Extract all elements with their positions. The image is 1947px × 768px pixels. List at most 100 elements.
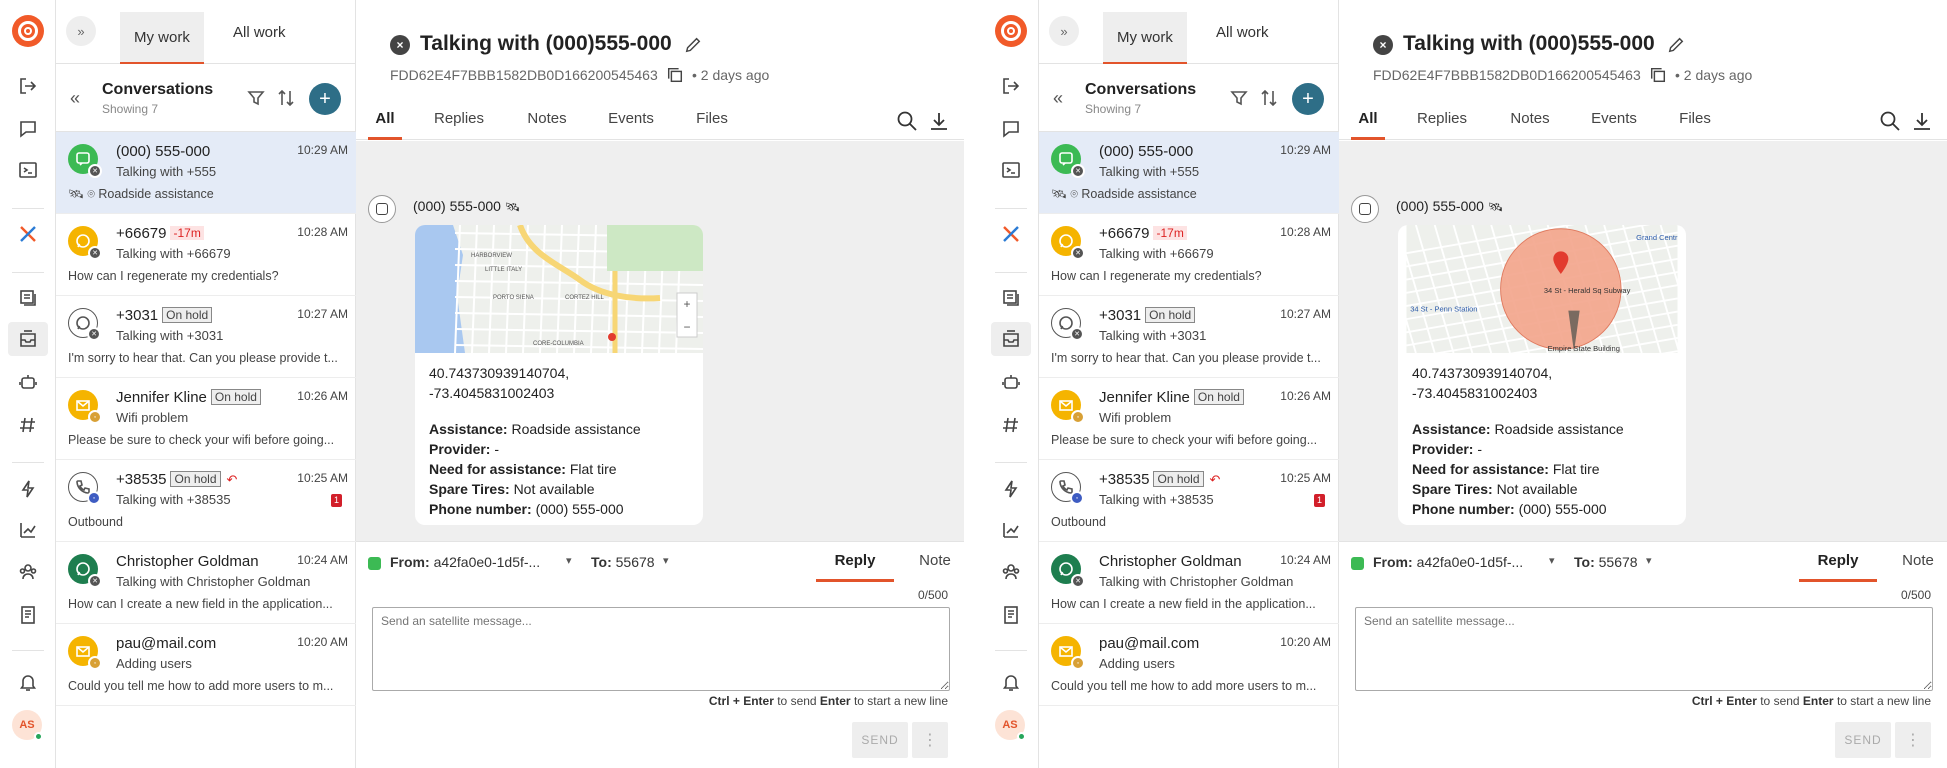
bot-icon[interactable]	[14, 368, 42, 396]
chat-bubble-icon[interactable]	[997, 115, 1025, 143]
add-conversation-button[interactable]: +	[1292, 83, 1324, 115]
to-selector[interactable]: To: 55678	[591, 554, 655, 570]
inbox-icon[interactable]	[991, 322, 1031, 356]
location-map[interactable]: 34 St - Herald Sq Subway 34 St - Penn Sta…	[1398, 225, 1686, 353]
tab-all[interactable]: All	[1351, 100, 1385, 140]
chevron-down-icon[interactable]: ▾	[663, 554, 669, 567]
bell-icon[interactable]	[14, 668, 42, 696]
inbox-icon[interactable]	[8, 322, 48, 356]
tab-all-work[interactable]: All work	[1202, 12, 1283, 52]
conversations-count: Showing 7	[102, 102, 159, 116]
conversation-row[interactable]: ◦ +38535 On hold ↶ 10:25 AM Talking with +385…	[56, 460, 356, 542]
tab-note[interactable]: Note	[916, 552, 954, 582]
bell-icon[interactable]	[997, 668, 1025, 696]
more-options-button[interactable]: ⋮	[912, 722, 948, 758]
analytics-icon[interactable]	[14, 516, 42, 544]
tab-events[interactable]: Events	[1589, 100, 1639, 140]
filter-icon[interactable]	[246, 88, 266, 108]
tab-all-work[interactable]: All work	[219, 12, 300, 52]
knowledge-icon[interactable]	[997, 284, 1025, 312]
conversation-row[interactable]: ✕ (000) 555-000 10:29 AM Talking with +555 🛰…	[1039, 132, 1339, 214]
terminal-icon[interactable]	[14, 156, 42, 184]
tab-files[interactable]: Files	[1677, 100, 1713, 140]
logo-icon[interactable]	[995, 15, 1027, 47]
download-icon[interactable]	[928, 110, 950, 132]
tab-replies[interactable]: Replies	[434, 100, 484, 140]
message-thread: (000) 555-000 🛰 HARBORVIEW LITTLE ITALY PO…	[356, 141, 964, 541]
expand-icon[interactable]: »	[66, 16, 96, 46]
contacts-book-icon[interactable]	[14, 601, 42, 629]
tab-all[interactable]: All	[368, 100, 402, 140]
avatar[interactable]: AS	[995, 710, 1026, 741]
conversation-row[interactable]: ◦ pau@mail.com 10:20 AM Adding users Could y…	[56, 624, 356, 706]
copy-icon[interactable]	[666, 66, 684, 84]
tab-reply[interactable]: Reply	[816, 552, 894, 582]
tab-events[interactable]: Events	[606, 100, 656, 140]
send-button[interactable]: SEND	[852, 722, 908, 758]
chevron-down-icon[interactable]: ▾	[1646, 554, 1652, 567]
back-chevron-icon[interactable]: «	[70, 88, 80, 109]
conversation-row[interactable]: ✕ +3031 On hold 10:27 AM Talking with +3031 I…	[1039, 296, 1339, 378]
message-input[interactable]	[372, 607, 950, 691]
close-conversation-icon[interactable]: ×	[390, 35, 410, 55]
conversation-row[interactable]: ◦ Jennifer Kline On hold 10:26 AM Wifi probl…	[1039, 378, 1339, 460]
automation-icon[interactable]	[997, 475, 1025, 503]
from-selector[interactable]: From: a42fa0e0-1d5f-...	[390, 554, 540, 570]
knowledge-icon[interactable]	[14, 284, 42, 312]
chevron-down-icon[interactable]: ▾	[1549, 554, 1555, 567]
to-selector[interactable]: To: 55678	[1574, 554, 1638, 570]
send-button[interactable]: SEND	[1835, 722, 1891, 758]
integration-icon[interactable]	[997, 220, 1025, 248]
logout-icon[interactable]	[997, 72, 1025, 100]
team-icon[interactable]	[14, 558, 42, 586]
filter-icon[interactable]	[1229, 88, 1249, 108]
add-conversation-button[interactable]: +	[309, 83, 341, 115]
expand-icon[interactable]: »	[1049, 16, 1079, 46]
conversation-row[interactable]: ◦ Jennifer Kline On hold 10:26 AM Wifi probl…	[56, 378, 356, 460]
conversation-row[interactable]: ✕ (000) 555-000 10:29 AM Talking with +555 🛰…	[56, 132, 356, 214]
chat-bubble-icon[interactable]	[14, 115, 42, 143]
team-icon[interactable]	[997, 558, 1025, 586]
sort-icon[interactable]	[276, 88, 296, 108]
chevron-down-icon[interactable]: ▾	[566, 554, 572, 567]
logout-icon[interactable]	[14, 72, 42, 100]
bot-icon[interactable]	[997, 368, 1025, 396]
conversation-row[interactable]: ✕ Christopher Goldman 10:24 AM Talking with…	[1039, 542, 1339, 624]
conversation-row[interactable]: ✕ Christopher Goldman 10:24 AM Talking with…	[56, 542, 356, 624]
hashtag-icon[interactable]	[14, 411, 42, 439]
tab-files[interactable]: Files	[694, 100, 730, 140]
tab-note[interactable]: Note	[1899, 552, 1937, 582]
tab-my-work[interactable]: My work	[120, 12, 204, 64]
hashtag-icon[interactable]	[997, 411, 1025, 439]
search-icon[interactable]	[1879, 110, 1901, 132]
download-icon[interactable]	[1911, 110, 1933, 132]
more-options-button[interactable]: ⋮	[1895, 722, 1931, 758]
conversation-row[interactable]: ◦ +38535 On hold ↶ 10:25 AM Talking with +385…	[1039, 460, 1339, 542]
avatar[interactable]: AS	[12, 710, 43, 741]
terminal-icon[interactable]	[997, 156, 1025, 184]
close-conversation-icon[interactable]: ×	[1373, 35, 1393, 55]
tab-my-work[interactable]: My work	[1103, 12, 1187, 64]
message-input[interactable]	[1355, 607, 1933, 691]
pencil-icon[interactable]	[1667, 36, 1685, 54]
tab-notes[interactable]: Notes	[525, 100, 569, 140]
location-map[interactable]: HARBORVIEW LITTLE ITALY PORTO SIENA CORTEZ …	[415, 225, 703, 353]
integration-icon[interactable]	[14, 220, 42, 248]
contacts-book-icon[interactable]	[997, 601, 1025, 629]
tab-notes[interactable]: Notes	[1508, 100, 1552, 140]
search-icon[interactable]	[896, 110, 918, 132]
from-selector[interactable]: From: a42fa0e0-1d5f-...	[1373, 554, 1523, 570]
conversation-row[interactable]: ◦ pau@mail.com 10:20 AM Adding users Could y…	[1039, 624, 1339, 706]
back-chevron-icon[interactable]: «	[1053, 88, 1063, 109]
conversation-row[interactable]: ✕ +66679 -17m 10:28 AM Talking with +66679 Ho…	[1039, 214, 1339, 296]
pencil-icon[interactable]	[684, 36, 702, 54]
conversation-row[interactable]: ✕ +66679 -17m 10:28 AM Talking with +66679 Ho…	[56, 214, 356, 296]
tab-reply[interactable]: Reply	[1799, 552, 1877, 582]
tab-replies[interactable]: Replies	[1417, 100, 1467, 140]
conversation-row[interactable]: ✕ +3031 On hold 10:27 AM Talking with +3031 I…	[56, 296, 356, 378]
automation-icon[interactable]	[14, 475, 42, 503]
sort-icon[interactable]	[1259, 88, 1279, 108]
logo-icon[interactable]	[12, 15, 44, 47]
analytics-icon[interactable]	[997, 516, 1025, 544]
copy-icon[interactable]	[1649, 66, 1667, 84]
